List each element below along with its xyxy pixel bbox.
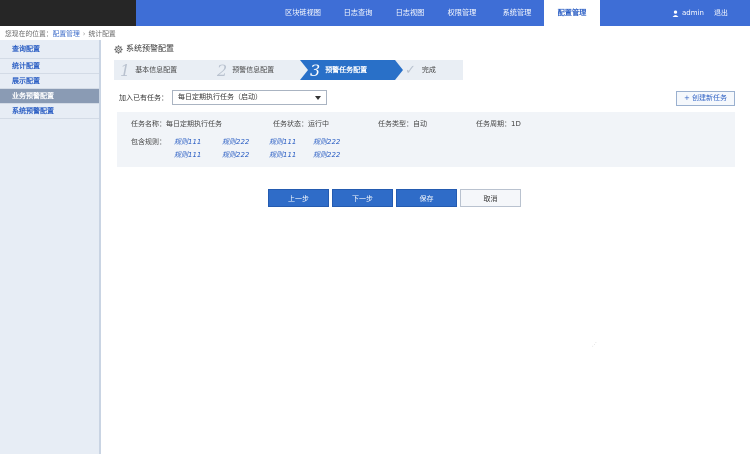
rule-link[interactable]: 规则111: [269, 150, 296, 160]
step-label: 基本信息配置: [135, 66, 178, 74]
create-task-button[interactable]: + 创建新任务: [676, 91, 735, 106]
save-button[interactable]: 保存: [396, 189, 457, 207]
rule-link[interactable]: 规则222: [313, 137, 340, 147]
step-wizard: 1 基本信息配置 2 预警信息配置 3 预警任务配置 ✓ 完成: [114, 60, 463, 80]
step-arrow: [207, 60, 215, 80]
rule-link[interactable]: 规则111: [174, 150, 201, 160]
rule-link[interactable]: 规则111: [174, 137, 201, 147]
sidebar-item-business-alert-config[interactable]: 业务预警配置: [0, 89, 99, 104]
step-label: 完成: [421, 66, 436, 74]
nav-item-log-query[interactable]: 日志查询: [330, 0, 386, 26]
prev-step-button[interactable]: 上一步: [268, 189, 329, 207]
step-number: 2: [217, 60, 228, 80]
rule-link[interactable]: 规则222: [222, 150, 249, 160]
sidebar-item-display-config[interactable]: 展示配置: [0, 74, 99, 89]
step-label: 预警信息配置: [232, 66, 275, 74]
step-basic-info: 1 基本信息配置: [114, 60, 215, 80]
check-icon: ✓: [405, 62, 416, 78]
chevron-down-icon: [315, 96, 321, 100]
join-task-label: 加入已有任务：: [119, 93, 168, 102]
task-name: 任务名称：每日定期执行任务: [131, 120, 222, 128]
resize-grip-icon: ⋰: [592, 342, 597, 348]
logo-area: [0, 0, 136, 26]
breadcrumb-separator: ›: [82, 30, 86, 38]
nav-item-system[interactable]: 系统管理: [490, 0, 544, 26]
step-arrow: [300, 60, 308, 80]
step-alert-info: 2 预警信息配置: [207, 60, 308, 80]
nav-item-config[interactable]: 配置管理: [544, 0, 600, 26]
step-number: 3: [310, 60, 321, 80]
sidebar-item-query-config[interactable]: 查询配置: [0, 40, 99, 59]
sidebar-item-system-alert-config[interactable]: 系统预警配置: [0, 104, 99, 119]
step-alert-task: 3 预警任务配置: [300, 60, 403, 80]
step-number: 1: [120, 60, 131, 80]
gear-icon: [114, 44, 123, 54]
breadcrumb-parent[interactable]: 配置管理: [53, 28, 80, 40]
nav-item-log-view[interactable]: 日志视图: [386, 0, 434, 26]
breadcrumb-prefix: 您现在的位置：: [5, 30, 53, 38]
task-select[interactable]: 每日定期执行任务（启动）: [172, 90, 327, 105]
top-bar: 区块链视图 日志查询 日志视图 权限管理 系统管理 配置管理 admin 退出: [0, 0, 750, 26]
main-nav: 区块链视图 日志查询 日志视图 权限管理 系统管理 配置管理: [276, 0, 600, 26]
sidebar-item-stats-config[interactable]: 统计配置: [0, 59, 99, 74]
next-step-button[interactable]: 下一步: [332, 189, 393, 207]
cancel-button[interactable]: 取消: [460, 189, 521, 207]
page-title-text: 系统预警配置: [126, 44, 174, 53]
rule-link[interactable]: 规则111: [269, 137, 296, 147]
task-select-value: 每日定期执行任务（启动）: [178, 93, 262, 101]
user-icon: [672, 9, 679, 17]
rule-link[interactable]: 规则222: [313, 150, 340, 160]
nav-item-blockchain-view[interactable]: 区块链视图: [276, 0, 330, 26]
join-task-row: 加入已有任务： 每日定期执行任务（启动）: [119, 90, 327, 105]
username: admin: [682, 9, 704, 17]
step-arrow: [395, 60, 403, 80]
breadcrumb: 您现在的位置： 配置管理 › 统计配置: [5, 28, 116, 40]
page-title: 系统预警配置: [114, 43, 174, 55]
breadcrumb-current: 统计配置: [88, 30, 116, 38]
rules-label: 包含规则：: [131, 138, 166, 146]
step-label: 预警任务配置: [325, 66, 368, 74]
step-complete: ✓ 完成: [395, 60, 463, 80]
task-period: 任务周期：1D: [476, 120, 521, 128]
task-panel: 任务名称：每日定期执行任务 任务状态：运行中 任务类型：自动 任务周期：1D 包…: [117, 112, 735, 167]
sidebar: 查询配置 统计配置 展示配置 业务预警配置 系统预警配置: [0, 40, 101, 454]
logout-link[interactable]: 退出: [714, 0, 728, 26]
task-status: 任务状态：运行中: [273, 120, 329, 128]
task-type: 任务类型：自动: [378, 120, 427, 128]
app: 区块链视图 日志查询 日志视图 权限管理 系统管理 配置管理 admin 退出 …: [0, 0, 750, 454]
rule-link[interactable]: 规则222: [222, 137, 249, 147]
nav-item-permission[interactable]: 权限管理: [434, 0, 490, 26]
user-area: admin 退出: [672, 0, 728, 26]
